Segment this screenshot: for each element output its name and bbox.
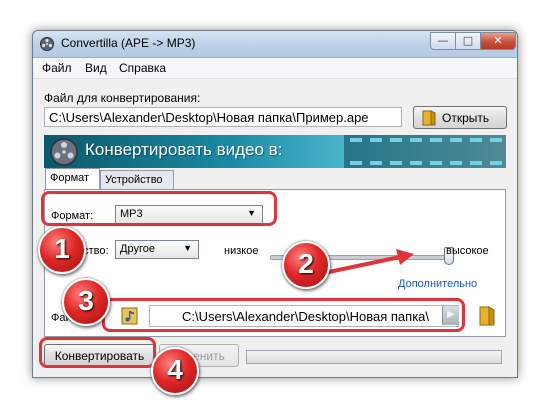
step-badge-2: 2 xyxy=(282,241,330,289)
callout-arrow xyxy=(322,249,414,275)
step-badge-4: 4 xyxy=(151,347,199,395)
step-badge-1: 1 xyxy=(38,226,86,274)
step-badge-3: 3 xyxy=(62,278,110,326)
